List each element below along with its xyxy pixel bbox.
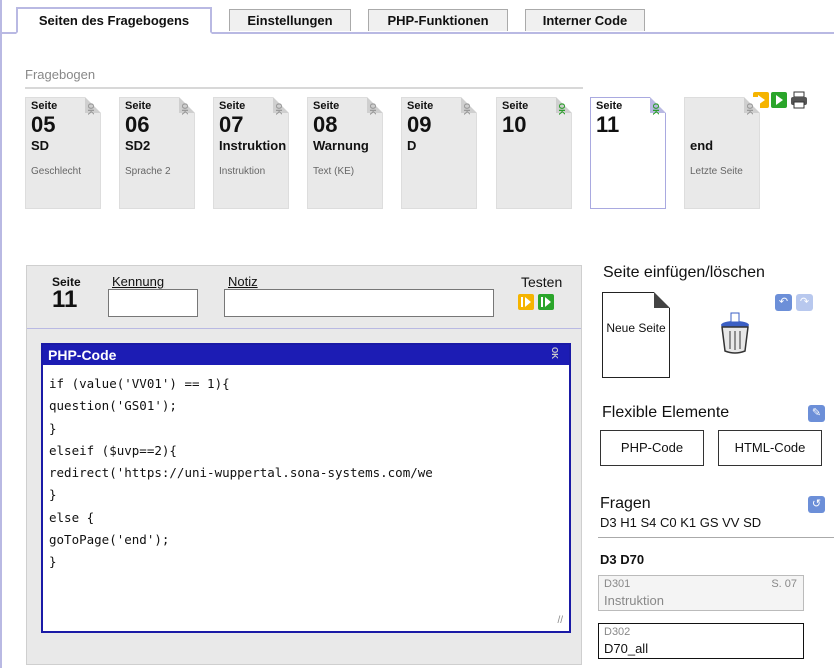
fragebogen-divider xyxy=(25,87,583,89)
page-description: Sprache 2 xyxy=(125,166,171,177)
ok-status-icon: OK xyxy=(86,103,95,115)
ok-status-icon: OK xyxy=(368,103,377,115)
left-border xyxy=(0,0,2,668)
ok-status-icon: OK xyxy=(274,103,283,115)
question-group-title: D3 D70 xyxy=(600,552,645,567)
tab-php-funktionen[interactable]: PHP-Funktionen xyxy=(368,9,508,31)
html-code-button[interactable]: HTML-Code xyxy=(718,430,822,466)
fragen-divider xyxy=(598,537,834,538)
tab-interner-code[interactable]: Interner Code xyxy=(525,9,645,31)
ok-status-icon: OK xyxy=(557,103,566,115)
php-code-window: PHP-Code OK if (value('VV01') == 1){ que… xyxy=(41,343,571,633)
question-code: D301 xyxy=(604,578,631,590)
panel-divider xyxy=(27,328,581,329)
page-number: 08 xyxy=(313,112,338,137)
kennung-label: Kennung xyxy=(112,274,165,289)
notiz-label: Notiz xyxy=(228,274,258,289)
ok-status-icon: OK xyxy=(462,103,471,115)
new-page-button[interactable]: Neue Seite xyxy=(602,292,670,378)
php-code-button[interactable]: PHP-Code xyxy=(600,430,704,466)
page-card-09[interactable]: Seite 09 D OK xyxy=(401,97,477,209)
page-number: 06 xyxy=(125,112,150,137)
tab-einstellungen[interactable]: Einstellungen xyxy=(229,9,351,31)
undo-icon[interactable]: ↶ xyxy=(775,294,792,311)
page-seite-label: Seite xyxy=(407,100,434,112)
ok-status-icon: OK xyxy=(180,103,189,115)
fragen-list: D3 H1 S4 C0 K1 GS VV SD xyxy=(600,515,762,530)
page-id: SD2 xyxy=(125,138,151,153)
close-icon[interactable]: OK xyxy=(544,347,564,359)
test-yellow-icon[interactable] xyxy=(518,294,534,310)
page-id: SD xyxy=(31,138,50,153)
page-id: end xyxy=(690,138,714,153)
resize-grip-icon[interactable]: // xyxy=(557,615,563,626)
page-card-07[interactable]: Seite 07 Instruktion Instruktion OK xyxy=(213,97,289,209)
test-green-icon[interactable] xyxy=(538,294,554,310)
question-name: Instruktion xyxy=(604,593,664,608)
page-description: Geschlecht xyxy=(31,166,82,177)
page-card-end[interactable]: end Letzte Seite OK xyxy=(684,97,760,209)
page-seite-label: Seite xyxy=(596,100,623,112)
question-item-d301[interactable]: D301 S. 07 Instruktion xyxy=(598,575,804,611)
page-number: 07 xyxy=(219,112,244,137)
ok-status-icon: OK xyxy=(651,103,660,115)
question-item-d302[interactable]: D302 D70_all xyxy=(598,623,804,659)
php-code-editor[interactable]: if (value('VV01') == 1){ question('GS01'… xyxy=(43,365,569,628)
redo-icon[interactable]: ↷ xyxy=(796,294,813,311)
question-page: S. 07 xyxy=(771,578,797,590)
flex-elements-title: Flexible Elemente xyxy=(602,404,730,421)
new-page-label: Neue Seite xyxy=(606,321,666,335)
testen-label: Testen xyxy=(521,274,563,290)
page-number: 10 xyxy=(502,112,527,137)
page-seite-label: Seite xyxy=(313,100,340,112)
wand-icon[interactable]: ✎ xyxy=(808,405,825,422)
ok-status-icon: OK xyxy=(745,103,754,115)
page-id: D xyxy=(407,138,417,153)
printer-icon[interactable] xyxy=(790,91,808,109)
tab-seiten[interactable]: Seiten des Fragebogens xyxy=(16,7,212,34)
page-card-10[interactable]: Seite 10 OK xyxy=(496,97,572,209)
page-card-08[interactable]: Seite 08 Warnung Text (KE) OK xyxy=(307,97,383,209)
page-number: 11 xyxy=(596,112,620,137)
kennung-input[interactable] xyxy=(108,289,198,317)
page-card-05[interactable]: Seite 05 SD Geschlecht OK xyxy=(25,97,101,209)
question-code: D302 xyxy=(604,626,631,638)
fragebogen-label: Fragebogen xyxy=(25,67,96,82)
page-seite-label: Seite xyxy=(31,100,58,112)
php-code-header: PHP-Code OK xyxy=(43,345,569,365)
page-seite-label: Seite xyxy=(502,100,529,112)
tab-bar: Seiten des Fragebogens Einstellungen PHP… xyxy=(0,0,834,34)
page-number: 09 xyxy=(407,112,432,137)
refresh-icon[interactable]: ↺ xyxy=(808,496,825,513)
insert-delete-title: Seite einfügen/löschen xyxy=(603,264,765,281)
fragen-title: Fragen xyxy=(600,495,651,512)
page-description: Text (KE) xyxy=(313,166,355,177)
trash-icon[interactable] xyxy=(717,311,753,358)
notiz-input[interactable] xyxy=(224,289,494,317)
page-seite-label: Seite xyxy=(125,100,152,112)
page-card-11[interactable]: Seite 11 OK xyxy=(590,97,666,209)
page-number: 05 xyxy=(31,112,56,137)
page-card-06[interactable]: Seite 06 SD2 Sprache 2 OK xyxy=(119,97,195,209)
php-code-title: PHP-Code xyxy=(48,347,117,363)
question-name: D70_all xyxy=(604,641,649,656)
editor-page-number: 11 xyxy=(52,286,78,313)
page-description: Letzte Seite xyxy=(690,166,743,177)
page-seite-label: Seite xyxy=(219,100,246,112)
page-id: Warnung xyxy=(313,138,369,153)
play-green-icon[interactable] xyxy=(771,92,787,108)
page-description: Instruktion xyxy=(219,166,266,177)
page-id: Instruktion xyxy=(219,138,287,153)
